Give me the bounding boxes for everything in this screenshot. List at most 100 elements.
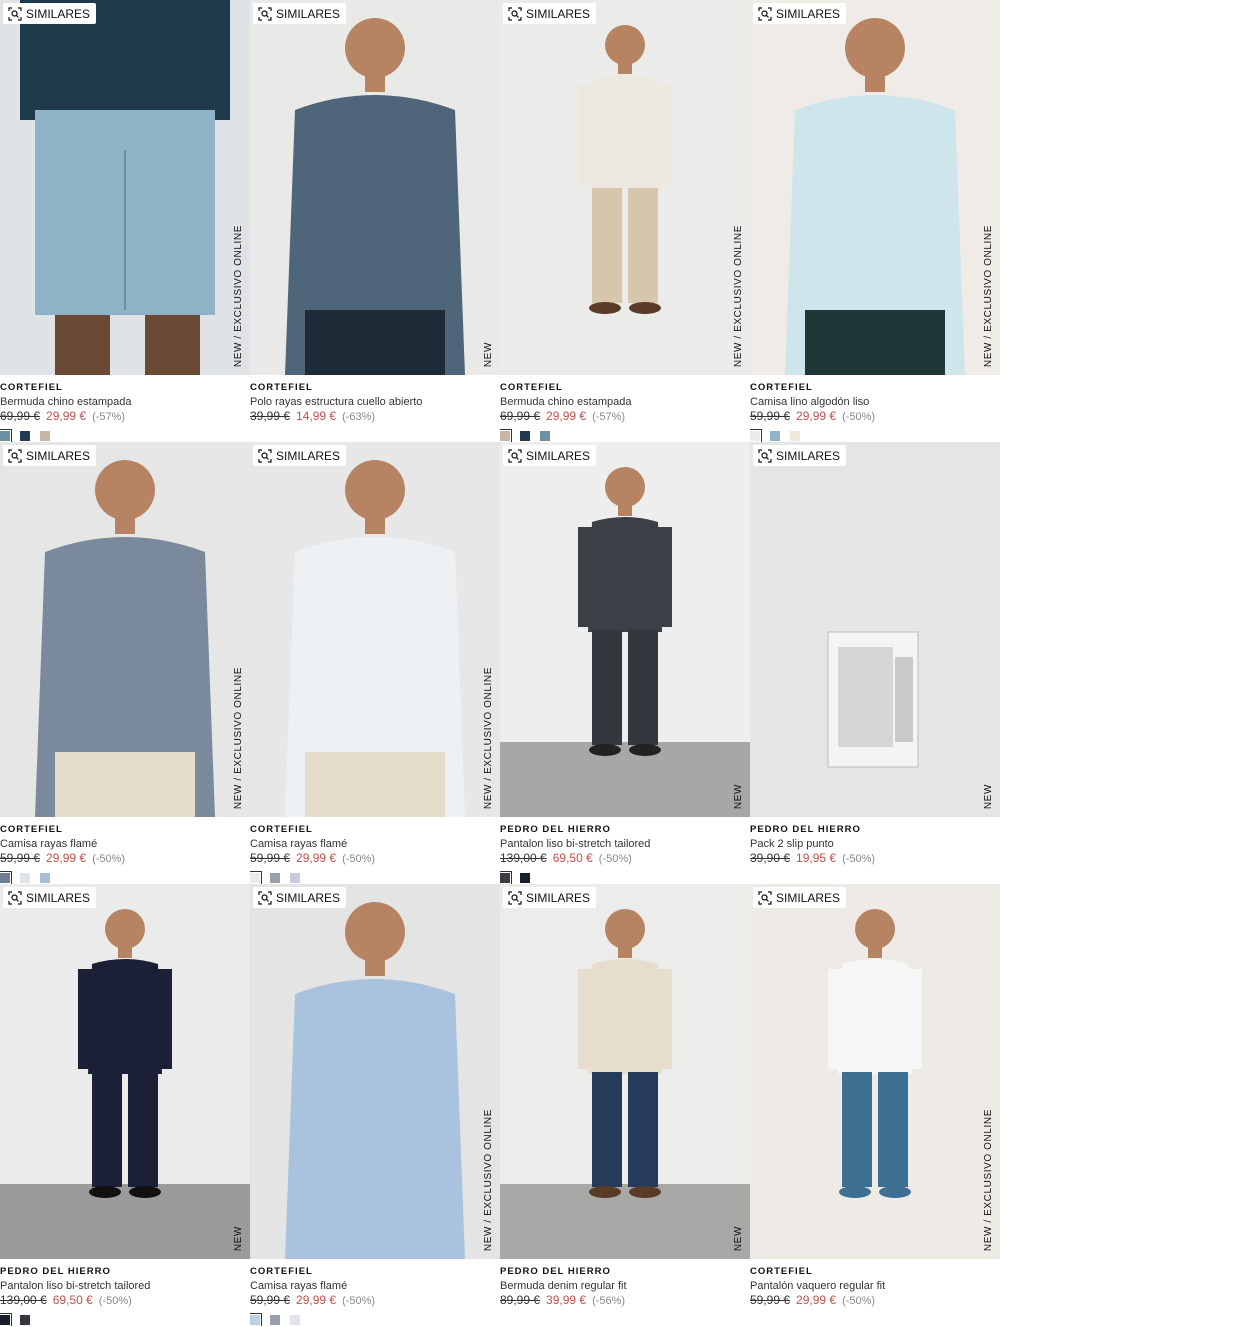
product-name[interactable]: Pantalon liso bi-stretch tailored [0,1279,250,1293]
sale-price: 29,99 € [546,409,587,423]
similar-label: SIMILARES [26,890,91,905]
product-photo[interactable] [500,884,750,1259]
product-name[interactable]: Bermuda chino estampada [500,395,750,409]
product-image[interactable]: SIMILARES NEW [250,0,500,375]
sale-price: 29,99 € [296,1293,337,1307]
color-swatch[interactable] [540,431,550,441]
product-image[interactable]: SIMILARES NEW [500,884,750,1259]
product-name[interactable]: Pantalón vaquero regular fit [750,1279,1000,1293]
product-card[interactable]: SIMILARES NEW / EXCLUSIVO ONLINE CORTEFIEL… [250,884,500,1326]
similar-button[interactable]: SIMILARES [753,445,847,466]
product-name[interactable]: Pack 2 slip punto [750,837,1000,851]
product-brand: PEDRO DEL HIERRO [500,1266,611,1277]
product-image[interactable]: SIMILARES NEW / EXCLUSIVO ONLINE [0,442,250,817]
product-card[interactable]: SIMILARES NEW PEDRO DEL HIERRO Pack 2 slip … [750,442,1000,884]
similar-button[interactable]: SIMILARES [3,3,97,24]
similar-label: SIMILARES [776,890,841,905]
product-card[interactable]: SIMILARES NEW CORTEFIEL Polo rayas estructu… [250,0,500,442]
product-card[interactable]: SIMILARES NEW / EXCLUSIVO ONLINE CORTEFIEL… [500,0,750,442]
color-swatch[interactable] [750,429,762,442]
product-card[interactable]: SIMILARES NEW / EXCLUSIVO ONLINE CORTEFIEL… [0,0,250,442]
color-swatch[interactable] [790,431,800,441]
product-name[interactable]: Polo rayas estructura cuello abierto [250,395,500,409]
color-swatch[interactable] [770,431,780,441]
color-swatch[interactable] [0,871,12,884]
similar-button[interactable]: SIMILARES [753,887,847,908]
similar-button[interactable]: SIMILARES [253,887,347,908]
similar-button[interactable]: SIMILARES [753,3,847,24]
product-card[interactable]: SIMILARES NEW / EXCLUSIVO ONLINE CORTEFIEL… [750,0,1000,442]
product-card[interactable]: SIMILARES NEW / EXCLUSIVO ONLINE CORTEFIEL… [250,442,500,884]
sale-price: 69,50 € [552,851,593,865]
original-price: 69,99 € [0,409,41,423]
product-photo[interactable] [0,884,250,1259]
similar-button[interactable]: SIMILARES [3,445,97,466]
product-name[interactable]: Camisa rayas flamé [250,1279,500,1293]
color-swatch[interactable] [500,871,512,884]
color-swatch[interactable] [290,873,300,883]
product-photo[interactable] [750,0,1000,375]
color-swatch[interactable] [270,1315,280,1325]
product-image[interactable]: SIMILARES NEW / EXCLUSIVO ONLINE [0,0,250,375]
visual-search-icon [758,448,772,463]
product-photo[interactable] [500,442,750,817]
product-image[interactable]: SIMILARES NEW [500,442,750,817]
product-image[interactable]: SIMILARES NEW / EXCLUSIVO ONLINE [750,0,1000,375]
product-photo[interactable] [750,884,1000,1259]
product-brand: CORTEFIEL [750,1266,813,1277]
product-card[interactable]: SIMILARES NEW / EXCLUSIVO ONLINE CORTEFIEL… [0,442,250,884]
color-swatch[interactable] [20,1315,30,1325]
product-name[interactable]: Camisa rayas flamé [0,837,250,851]
color-swatch[interactable] [0,429,12,442]
product-name[interactable]: Camisa rayas flamé [250,837,500,851]
product-photo[interactable] [750,442,1000,817]
color-swatch[interactable] [520,431,530,441]
product-card[interactable]: SIMILARES NEW PEDRO DEL HIERRO Pantalon lis… [0,884,250,1326]
product-info: CORTEFIEL Camisa rayas flamé 59,99 € 29,99 … [250,824,500,884]
product-photo[interactable] [500,0,750,375]
color-swatch[interactable] [40,873,50,883]
similar-button[interactable]: SIMILARES [503,3,597,24]
product-card[interactable]: SIMILARES NEW PEDRO DEL HIERRO Pantalon lis… [500,442,750,884]
visual-search-icon [508,448,522,463]
product-photo[interactable] [250,0,500,375]
product-photo[interactable] [250,442,500,817]
product-name[interactable]: Camisa lino algodón liso [750,395,1000,409]
product-image[interactable]: SIMILARES NEW [0,884,250,1259]
similar-button[interactable]: SIMILARES [253,3,347,24]
color-swatch[interactable] [290,1315,300,1325]
product-brand: PEDRO DEL HIERRO [750,824,861,835]
product-card[interactable]: SIMILARES NEW / EXCLUSIVO ONLINE CORTEFIEL… [750,884,1000,1326]
color-swatch[interactable] [20,873,30,883]
color-swatch[interactable] [0,1313,12,1326]
color-swatch[interactable] [20,431,30,441]
color-swatch[interactable] [250,871,262,884]
product-photo[interactable] [0,442,250,817]
product-photo[interactable] [250,884,500,1259]
product-name[interactable]: Bermuda chino estampada [0,395,250,409]
color-swatch[interactable] [500,429,512,442]
visual-search-icon [258,6,272,21]
product-photo[interactable] [0,0,250,375]
color-swatch[interactable] [520,873,530,883]
product-image[interactable]: SIMILARES NEW / EXCLUSIVO ONLINE [500,0,750,375]
product-name[interactable]: Bermuda denim regular fit [500,1279,750,1293]
color-swatch[interactable] [270,873,280,883]
product-image[interactable]: SIMILARES NEW [750,442,1000,817]
new-badge: NEW / EXCLUSIVO ONLINE [233,224,244,367]
product-image[interactable]: SIMILARES NEW / EXCLUSIVO ONLINE [750,884,1000,1259]
similar-button[interactable]: SIMILARES [253,445,347,466]
similar-button[interactable]: SIMILARES [503,445,597,466]
product-name[interactable]: Pantalon liso bi-stretch tailored [500,837,750,851]
product-image[interactable]: SIMILARES NEW / EXCLUSIVO ONLINE [250,442,500,817]
similar-button[interactable]: SIMILARES [3,887,97,908]
color-swatch[interactable] [40,431,50,441]
product-card[interactable]: SIMILARES NEW PEDRO DEL HIERRO Bermuda deni… [500,884,750,1326]
product-image[interactable]: SIMILARES NEW / EXCLUSIVO ONLINE [250,884,500,1259]
product-info: PEDRO DEL HIERRO Pack 2 slip punto 39,90 €… [750,824,1000,866]
color-swatch[interactable] [250,1313,262,1326]
new-badge: NEW / EXCLUSIVO ONLINE [733,224,744,367]
new-badge: NEW / EXCLUSIVO ONLINE [483,1108,494,1251]
similar-button[interactable]: SIMILARES [503,887,597,908]
new-badge: NEW / EXCLUSIVO ONLINE [983,224,994,367]
